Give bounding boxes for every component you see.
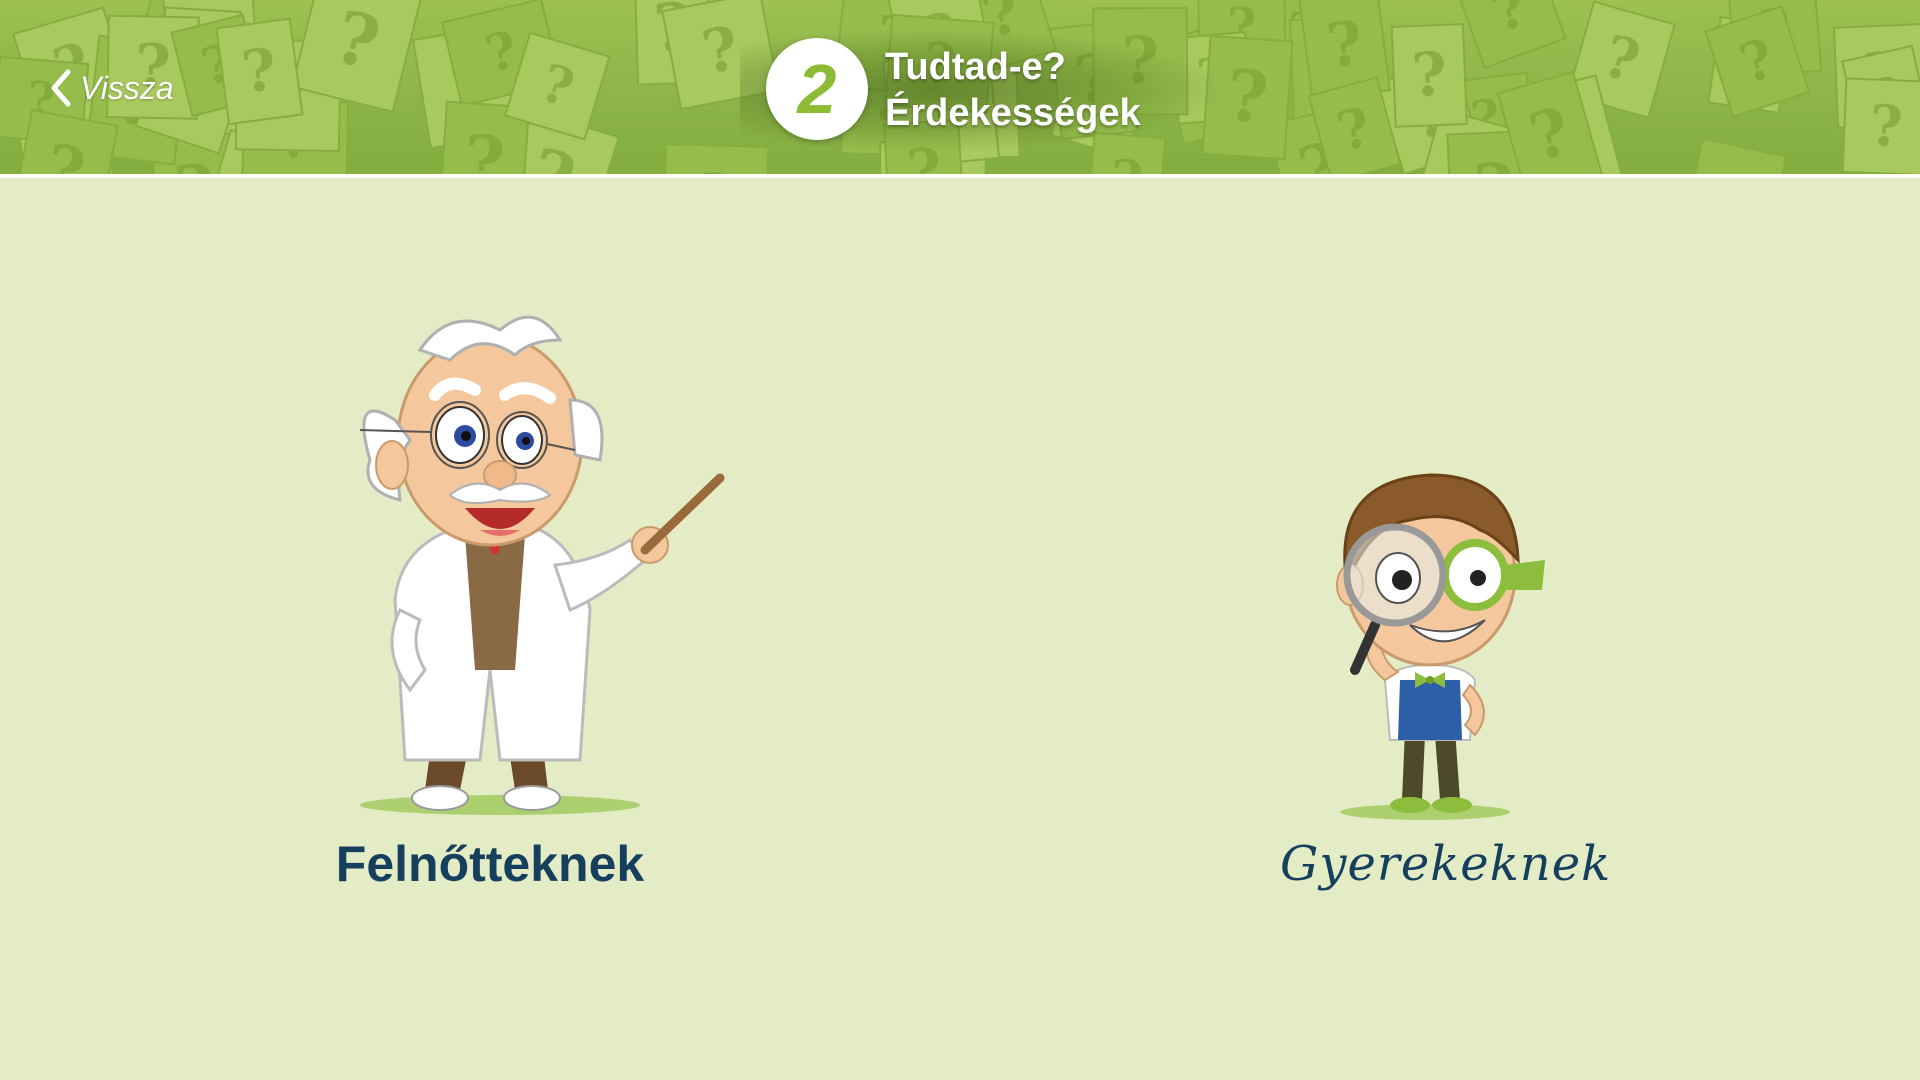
page-title-block: 2 Tudtad-e? Érdekességek [740, 30, 1220, 150]
question-card: ? [215, 17, 304, 126]
section-number: 2 [797, 50, 837, 128]
header-bar: ????????????????????????????????????????… [0, 0, 1920, 178]
page-title: Tudtad-e? Érdekességek [885, 44, 1141, 136]
svg-text:?: ? [1410, 40, 1448, 111]
kids-option[interactable]: Gyerekeknek [1280, 440, 1612, 910]
svg-text:?: ? [1224, 54, 1271, 140]
adults-label: Felnőtteknek [335, 836, 645, 892]
question-card: ? [1452, 0, 1567, 69]
question-card: ? [1841, 77, 1920, 174]
svg-text:?: ? [173, 150, 215, 178]
chevron-left-icon [51, 69, 71, 107]
adults-option[interactable]: Felnőtteknek [300, 310, 740, 910]
svg-text:?: ? [1472, 148, 1516, 178]
page-title-line2: Érdekességek [885, 92, 1141, 134]
svg-text:?: ? [1107, 148, 1145, 178]
question-card: ? [1390, 23, 1468, 128]
kids-label: Gyerekeknek [1280, 836, 1612, 892]
professor-illustration [359, 315, 725, 815]
page-title-line1: Tudtad-e? [885, 46, 1066, 88]
boy-with-magnifier-illustration [1336, 473, 1545, 820]
svg-text:?: ? [1868, 93, 1903, 160]
question-card: ? [1676, 137, 1788, 174]
back-button[interactable]: Vissza [48, 64, 174, 112]
svg-text:?: ? [461, 120, 507, 178]
section-number-badge: 2 [766, 38, 868, 140]
back-label: Vissza [80, 69, 174, 106]
svg-text:?: ? [696, 159, 735, 178]
